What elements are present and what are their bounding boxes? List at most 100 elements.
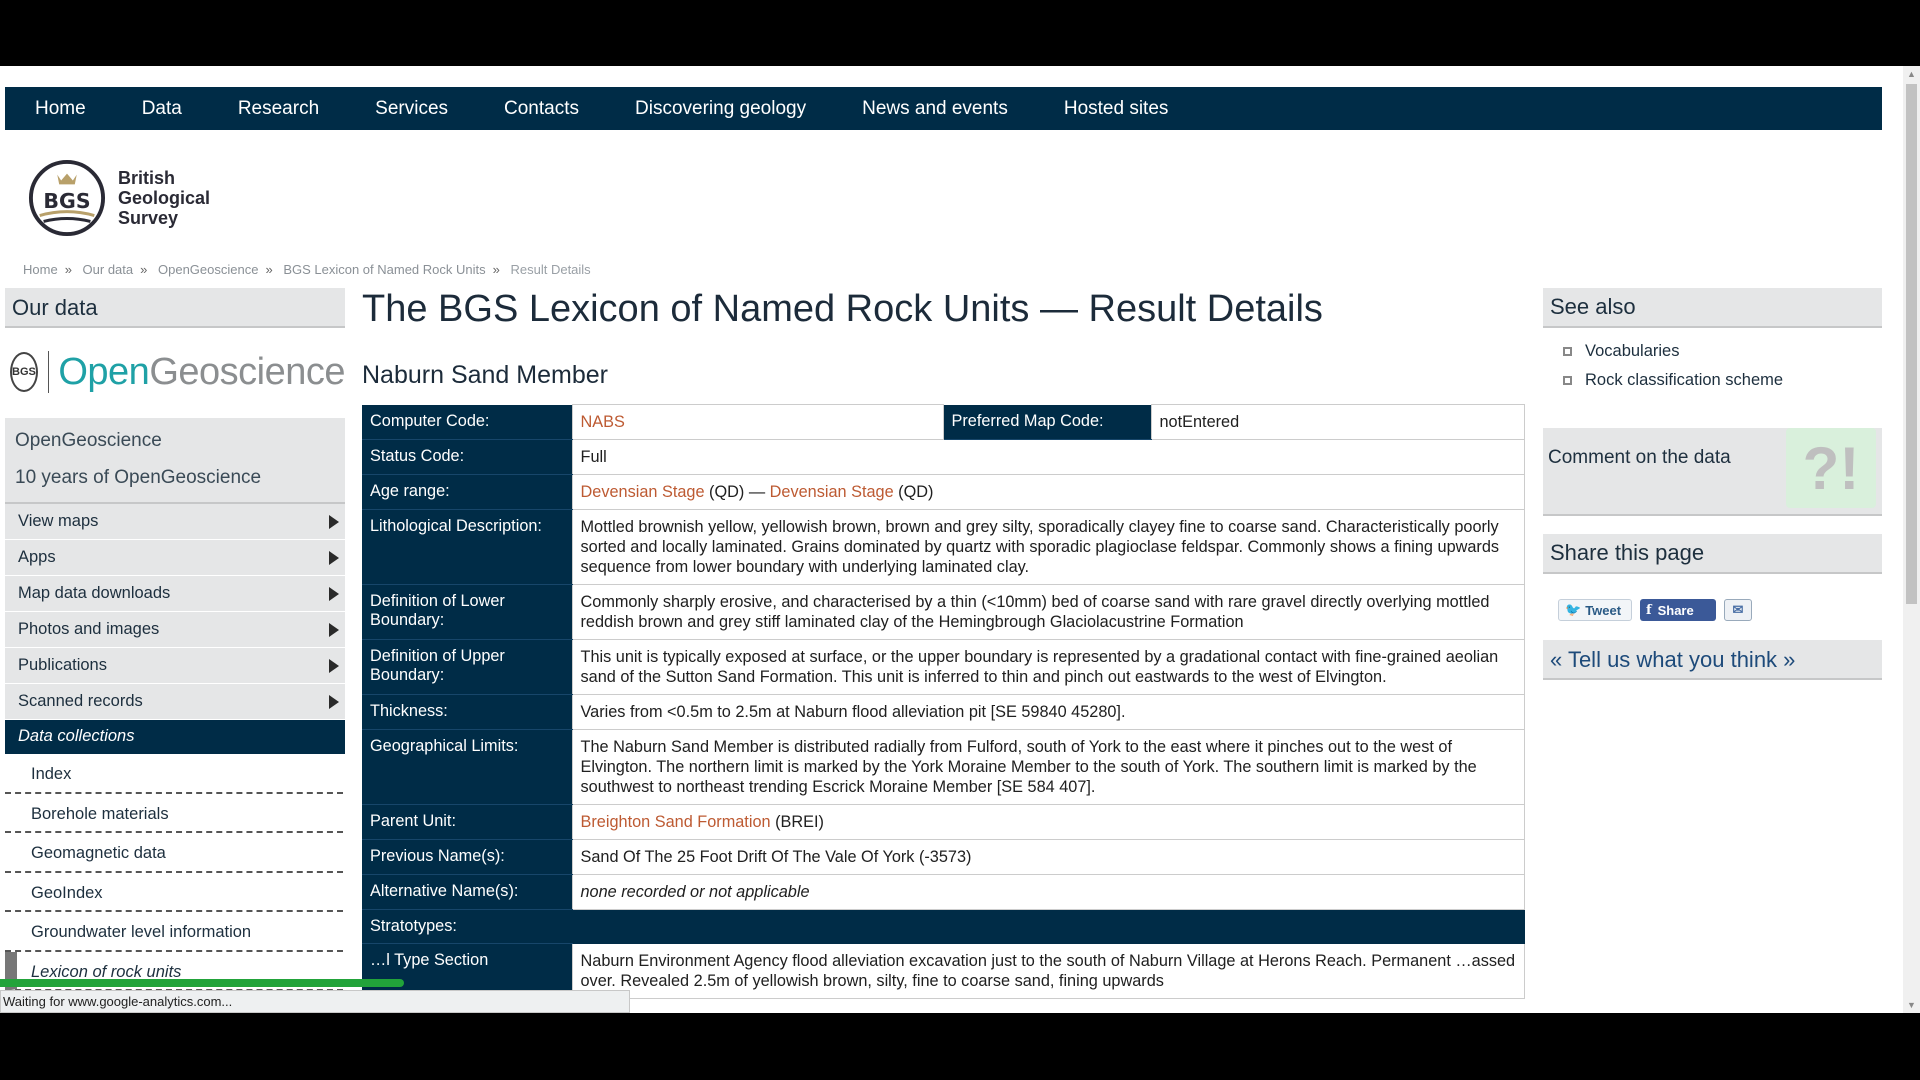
litho-value: Mottled brownish yellow, yellowish brown… bbox=[571, 509, 1525, 585]
breadcrumb-current: Result Details bbox=[510, 262, 591, 277]
scroll-down-icon[interactable]: ▼ bbox=[1903, 997, 1920, 1013]
twitter-bird-icon: 🐦 bbox=[1565, 602, 1582, 617]
parent-unit-value: Breighton Sand Formation (BREI) bbox=[571, 804, 1525, 840]
submenu-geoindex[interactable]: GeoIndex bbox=[5, 873, 343, 912]
vertical-scrollbar[interactable]: ▲ ▼ bbox=[1903, 66, 1920, 1013]
computer-code-link[interactable]: NABS bbox=[581, 413, 625, 431]
browser-viewport: Home Data Research Services Contacts Dis… bbox=[0, 66, 1920, 1013]
nav-research[interactable]: Research bbox=[238, 98, 319, 120]
chevron-right-icon bbox=[329, 586, 339, 601]
scroll-up-icon[interactable]: ▲ bbox=[1903, 66, 1920, 82]
menu-map-data-downloads[interactable]: Map data downloads bbox=[5, 576, 345, 612]
type-section-value: Naburn Environment Agency flood alleviat… bbox=[571, 943, 1525, 999]
age-label: Age range: bbox=[362, 474, 572, 510]
table-row: Parent Unit: Breighton Sand Formation (B… bbox=[362, 804, 1525, 840]
page-load-progress bbox=[0, 979, 404, 987]
table-row: Stratotypes: bbox=[362, 909, 1525, 944]
menu-scanned-records[interactable]: Scanned records bbox=[5, 684, 345, 720]
main-content: The BGS Lexicon of Named Rock Units — Re… bbox=[362, 288, 1525, 999]
breadcrumb-our-data[interactable]: Our data bbox=[83, 262, 134, 277]
opengeoscience-links: OpenGeoscience 10 years of OpenGeoscienc… bbox=[5, 418, 345, 504]
list-item[interactable]: Rock classification scheme bbox=[1563, 371, 1882, 390]
nav-contacts[interactable]: Contacts bbox=[504, 98, 579, 120]
breadcrumb-lexicon[interactable]: BGS Lexicon of Named Rock Units bbox=[283, 262, 485, 277]
submenu-groundwater[interactable]: Groundwater level information bbox=[5, 912, 343, 952]
unit-name: Naburn Sand Member bbox=[362, 361, 608, 389]
nav-hosted-sites[interactable]: Hosted sites bbox=[1064, 98, 1169, 120]
nav-services[interactable]: Services bbox=[375, 98, 448, 120]
left-sidebar: Our data BGS OpenGeoscience OpenGeoscien… bbox=[5, 288, 345, 991]
age-to-link[interactable]: Devensian Stage bbox=[770, 483, 894, 501]
menu-publications[interactable]: Publications bbox=[5, 648, 345, 684]
table-row: Alternative Name(s): none recorded or no… bbox=[362, 874, 1525, 910]
alternative-names-label: Alternative Name(s): bbox=[362, 874, 572, 910]
menu-apps[interactable]: Apps bbox=[5, 540, 345, 576]
stratotypes-header-cell bbox=[571, 909, 1525, 944]
opengeoscience-logo[interactable]: BGS OpenGeoscience bbox=[5, 338, 345, 406]
tell-us-link[interactable]: « Tell us what you think » bbox=[1543, 640, 1882, 680]
logo-divider bbox=[47, 351, 49, 393]
chevron-right-icon bbox=[329, 622, 339, 637]
table-row: Computer Code: NABS Preferred Map Code: … bbox=[362, 404, 1525, 440]
submenu-geomagnetic-data[interactable]: Geomagnetic data bbox=[5, 833, 343, 873]
stratotypes-label: Stratotypes: bbox=[362, 909, 572, 944]
status-value: Full bbox=[571, 439, 1525, 475]
see-also-list: Vocabularies Rock classification scheme bbox=[1543, 328, 1882, 428]
facebook-icon: f bbox=[1646, 602, 1652, 618]
table-row: Age range: Devensian Stage (QD) — Devens… bbox=[362, 474, 1525, 510]
link-vocabularies[interactable]: Vocabularies bbox=[1585, 342, 1679, 361]
previous-names-value: Sand Of The 25 Foot Drift Of The Vale Of… bbox=[571, 839, 1525, 875]
menu-view-maps[interactable]: View maps bbox=[5, 504, 345, 540]
status-label: Status Code: bbox=[362, 439, 572, 475]
lower-boundary-value: Commonly sharply erosive, and characteri… bbox=[571, 584, 1525, 640]
opengeoscience-wordmark: OpenGeoscience bbox=[58, 350, 345, 393]
nav-data[interactable]: Data bbox=[142, 98, 182, 120]
share-buttons: 🐦 Tweet f Share ✉ bbox=[1543, 574, 1882, 632]
table-row: Definition of Upper Boundary: This unit … bbox=[362, 639, 1525, 695]
thickness-value: Varies from <0.5m to 2.5m at Naburn floo… bbox=[571, 694, 1525, 730]
submenu-index[interactable]: Index bbox=[5, 754, 343, 794]
menu-data-collections[interactable]: Data collections bbox=[5, 720, 345, 754]
menu-photos-images[interactable]: Photos and images bbox=[5, 612, 345, 648]
tweet-button[interactable]: 🐦 Tweet bbox=[1558, 599, 1632, 621]
right-sidebar: See also Vocabularies Rock classificatio… bbox=[1543, 288, 1882, 680]
parent-unit-link[interactable]: Breighton Sand Formation bbox=[581, 813, 771, 831]
geo-limits-value: The Naburn Sand Member is distributed ra… bbox=[571, 729, 1525, 805]
age-value: Devensian Stage (QD) — Devensian Stage (… bbox=[571, 474, 1525, 510]
link-10-years[interactable]: 10 years of OpenGeoscience bbox=[15, 459, 345, 496]
upper-boundary-label: Definition of Upper Boundary: bbox=[362, 639, 572, 695]
computer-code-label: Computer Code: bbox=[362, 404, 572, 440]
facebook-share-button[interactable]: f Share bbox=[1640, 599, 1716, 621]
status-bar: Waiting for www.google-analytics.com... bbox=[0, 990, 630, 1013]
link-rock-classification[interactable]: Rock classification scheme bbox=[1585, 371, 1783, 390]
alternative-names-value: none recorded or not applicable bbox=[571, 874, 1525, 910]
table-row: Status Code: Full bbox=[362, 439, 1525, 475]
nav-discovering-geology[interactable]: Discovering geology bbox=[635, 98, 806, 120]
square-bullet-icon bbox=[1563, 376, 1572, 385]
scroll-thumb[interactable] bbox=[1906, 84, 1917, 604]
bgs-small-icon: BGS bbox=[10, 352, 38, 392]
breadcrumb-opengeoscience[interactable]: OpenGeoscience bbox=[158, 262, 258, 277]
page-title: The BGS Lexicon of Named Rock Units — Re… bbox=[362, 288, 1323, 330]
square-bullet-icon bbox=[1563, 347, 1572, 356]
envelope-icon: ✉ bbox=[1732, 602, 1744, 617]
list-item[interactable]: Vocabularies bbox=[1563, 342, 1882, 361]
nav-news-and-events[interactable]: News and events bbox=[862, 98, 1008, 120]
nav-home[interactable]: Home bbox=[35, 98, 86, 120]
table-row: Definition of Lower Boundary: Commonly s… bbox=[362, 584, 1525, 640]
map-code-label: Preferred Map Code: bbox=[943, 404, 1151, 440]
breadcrumb-home[interactable]: Home bbox=[23, 262, 58, 277]
bgs-logo-text: British Geological Survey bbox=[118, 168, 211, 228]
comment-on-data-button[interactable]: Comment on the data ?! bbox=[1543, 428, 1882, 516]
chevron-right-icon bbox=[329, 658, 339, 673]
age-from-link[interactable]: Devensian Stage bbox=[581, 483, 705, 501]
top-navigation: Home Data Research Services Contacts Dis… bbox=[5, 87, 1882, 130]
submenu-borehole-materials[interactable]: Borehole materials bbox=[5, 794, 343, 833]
table-row: Geographical Limits: The Naburn Sand Mem… bbox=[362, 729, 1525, 805]
link-opengeoscience[interactable]: OpenGeoscience bbox=[15, 422, 345, 459]
breadcrumb: Home» Our data» OpenGeoscience» BGS Lexi… bbox=[23, 262, 591, 277]
bgs-logo[interactable]: BGS British Geological Survey bbox=[28, 159, 210, 237]
our-data-heading: Our data bbox=[5, 288, 345, 328]
email-share-button[interactable]: ✉ bbox=[1724, 599, 1752, 621]
chevron-right-icon bbox=[329, 550, 339, 565]
